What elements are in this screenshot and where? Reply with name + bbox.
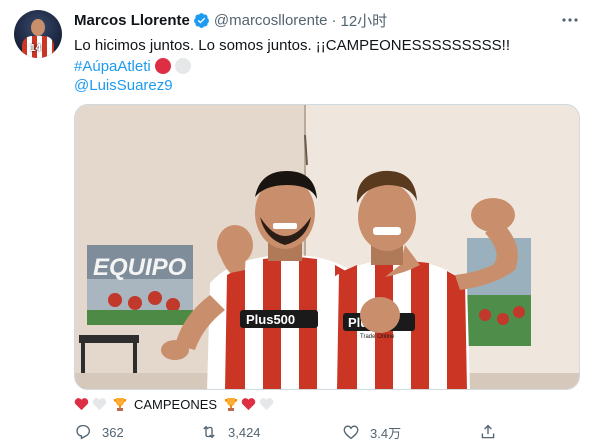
retweet-button[interactable]: 3,424 — [200, 423, 261, 441]
reply-icon — [76, 424, 91, 440]
hashtag-line: #AúpaAtleti — [74, 56, 191, 76]
white-heart-icon — [259, 397, 274, 411]
reply-count: 362 — [102, 424, 124, 440]
author-handle[interactable]: @marcosllorente — [214, 12, 328, 29]
more-options-icon[interactable] — [560, 10, 580, 30]
poster-text: EQUIPO — [93, 254, 187, 281]
red-heart-icon — [241, 397, 256, 411]
trophy-icon — [113, 397, 127, 412]
trophy-icon — [224, 397, 238, 412]
red-circle-icon — [154, 58, 171, 74]
mention-link[interactable]: @LuisSuarez9 — [74, 77, 173, 94]
like-button[interactable]: 3.4万 — [342, 423, 401, 442]
photo-caption: CAMPEONES — [74, 394, 277, 414]
photo-illustration: EQUIPO Plus500 Trade Online — [75, 105, 579, 389]
tweet-actions: 362 3,424 3.4万 — [74, 421, 580, 443]
right-shirt-subtext: Trade Online — [360, 334, 395, 340]
avatar-head — [31, 19, 45, 36]
mention-line: @LuisSuarez9 — [74, 76, 173, 96]
retweet-icon — [203, 425, 215, 439]
white-circle-icon — [174, 58, 191, 74]
avatar-shirt-number: 14 — [30, 43, 42, 54]
like-icon — [343, 425, 359, 440]
red-heart-icon — [74, 397, 89, 411]
header-separator: · — [331, 11, 337, 29]
caption-text: CAMPEONES — [134, 396, 218, 412]
left-shirt-sponsor: Plus500 — [246, 312, 295, 327]
author-name[interactable]: Marcos Llorente — [74, 12, 190, 29]
verified-badge-icon — [193, 12, 210, 29]
retweet-count: 3,424 — [228, 424, 261, 440]
share-button[interactable] — [479, 423, 507, 441]
tweet-photo[interactable]: EQUIPO Plus500 Trade Online — [74, 104, 580, 390]
avatar[interactable]: 14 — [14, 10, 62, 58]
tweet-card[interactable]: 14 Marcos Llorente @marcosllorente · 12小… — [0, 0, 593, 447]
tweet-header: Marcos Llorente @marcosllorente · 12小时 — [74, 10, 387, 30]
hashtag-link[interactable]: #AúpaAtleti — [74, 58, 151, 75]
reply-button[interactable]: 362 — [74, 423, 124, 441]
tweet-text: Lo hicimos juntos. Lo somos juntos. ¡¡CA… — [74, 37, 511, 54]
share-icon — [481, 424, 495, 439]
tweet-timestamp[interactable]: 12小时 — [340, 10, 387, 31]
like-count: 3.4万 — [370, 425, 402, 441]
white-heart-icon — [92, 397, 107, 411]
